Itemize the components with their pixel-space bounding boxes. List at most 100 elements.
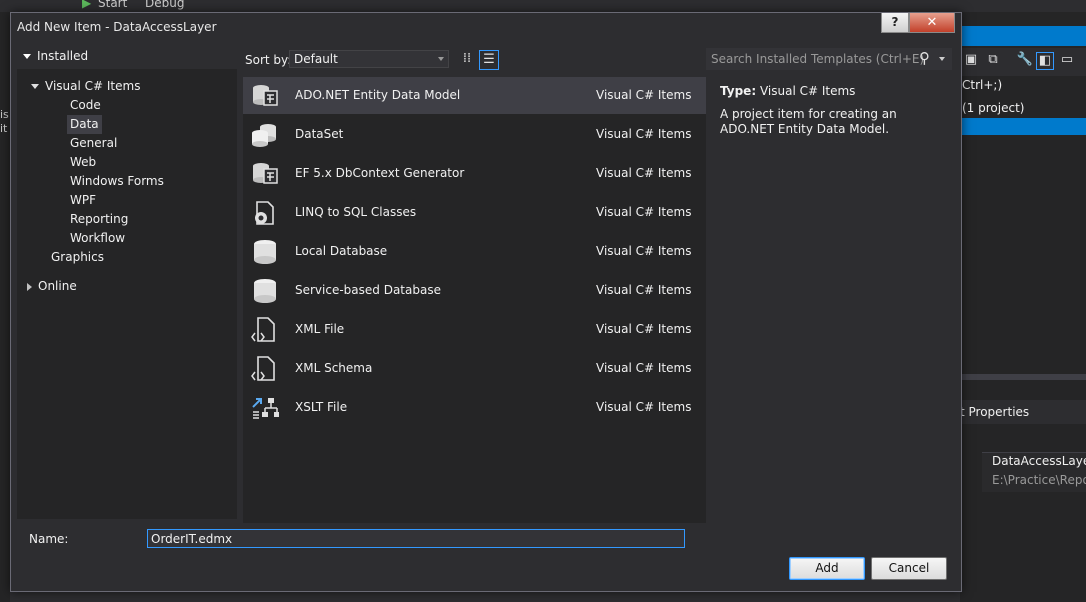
home-icon[interactable]: ▣ <box>962 52 980 70</box>
template-item-name: DataSet <box>295 127 344 141</box>
template-item[interactable]: EF 5.x DbContext Generator Visual C# Item… <box>243 155 706 192</box>
small-icons-view-button[interactable]: ⁞⁞ <box>457 50 477 70</box>
tree-node-wpf[interactable]: WPF <box>70 191 96 210</box>
xml-schema-icon <box>251 356 279 382</box>
description: A project item for creating an ADO.NET E… <box>720 107 897 136</box>
name-label: Name: <box>29 532 69 546</box>
linq-to-sql-icon <box>251 200 279 226</box>
template-item[interactable]: DataSet Visual C# Items <box>243 116 706 153</box>
xml-file-icon <box>251 317 279 343</box>
search-solution-fragment: Ctrl+;) <box>962 78 1003 92</box>
template-item-name: EF 5.x DbContext Generator <box>295 166 465 180</box>
template-item-category: Visual C# Items <box>596 283 692 297</box>
template-list: ADO.NET Entity Data Model Visual C# Items… <box>243 77 706 523</box>
collapse-icon[interactable]: ▭ <box>1058 52 1076 70</box>
add-button[interactable]: Add <box>789 557 865 580</box>
template-item-name: XSLT File <box>295 400 348 414</box>
name-bar: Name: Add Cancel <box>17 525 955 589</box>
property-file-name: DataAccessLayer.c <box>992 454 1086 468</box>
tree-node-visual-csharp[interactable]: Visual C# Items <box>31 77 140 96</box>
database-icon <box>251 239 279 265</box>
tree-node-graphics[interactable]: Graphics <box>51 248 104 267</box>
dialog-titlebar[interactable]: Add New Item - DataAccessLayer ? ✕ <box>11 13 961 41</box>
type-line: Type: Visual C# Items <box>720 84 855 98</box>
template-item-name: XML File <box>295 322 345 336</box>
template-item[interactable]: XSLT File Visual C# Items <box>243 389 706 426</box>
template-item[interactable]: Local Database Visual C# Items <box>243 233 706 270</box>
solution-explorer-titlebar <box>960 26 1086 46</box>
tree-node-installed[interactable]: Installed <box>23 47 88 66</box>
panel-splitter[interactable] <box>960 374 1086 380</box>
name-input[interactable] <box>147 529 685 548</box>
property-path: E:\Practice\Repos <box>992 473 1086 487</box>
template-item-name: Service-based Database <box>295 283 441 297</box>
search-input[interactable]: Search Installed Templates (Ctrl+E) <box>711 52 924 66</box>
dataset-icon <box>251 122 279 148</box>
chevron-down-icon[interactable] <box>939 57 945 61</box>
template-item-name: XML Schema <box>295 361 373 375</box>
sort-dropdown[interactable]: Default <box>289 50 449 68</box>
sort-label: Sort by: <box>245 53 292 67</box>
xslt-file-icon <box>251 395 279 421</box>
template-item[interactable]: LINQ to SQL Classes Visual C# Items <box>243 194 706 231</box>
template-item-category: Visual C# Items <box>596 244 692 258</box>
tree-node-label: Online <box>38 279 77 293</box>
ide-toolbar: ▶ Start Debug <box>0 0 1086 12</box>
database-icon <box>251 278 279 304</box>
template-item-category: Visual C# Items <box>596 88 692 102</box>
template-item-name: Local Database <box>295 244 388 258</box>
template-item-category: Visual C# Items <box>596 127 692 141</box>
template-item[interactable]: ADO.NET Entity Data Model Visual C# Items <box>243 77 706 114</box>
template-item-category: Visual C# Items <box>596 361 692 375</box>
tree-node-data[interactable]: Data <box>67 115 102 134</box>
chevron-down-icon <box>438 57 444 61</box>
tree-node-general[interactable]: General <box>70 134 117 153</box>
type-label: Type: <box>720 84 757 98</box>
expand-arrow-icon[interactable] <box>27 282 32 291</box>
expand-arrow-icon[interactable] <box>31 84 39 89</box>
sort-bar: Sort by: Default ⁞⁞ ☰ <box>243 45 706 73</box>
solution-node[interactable]: (1 project) <box>962 101 1024 115</box>
properties-wrench-icon[interactable]: 🔧 <box>1016 52 1034 70</box>
dialog-title: Add New Item - DataAccessLayer <box>17 20 217 34</box>
template-item[interactable]: XML Schema Visual C# Items <box>243 350 706 387</box>
tree-node-web[interactable]: Web <box>70 153 96 172</box>
template-item-category: Visual C# Items <box>596 322 692 336</box>
list-view-icon: ☰ <box>483 52 495 67</box>
template-item-category: Visual C# Items <box>596 166 692 180</box>
start-button[interactable]: Start <box>98 0 127 10</box>
cancel-button[interactable]: Cancel <box>871 557 947 580</box>
expand-arrow-icon[interactable] <box>23 54 31 59</box>
tree-node-windows-forms[interactable]: Windows Forms <box>70 172 164 191</box>
template-item-category: Visual C# Items <box>596 400 692 414</box>
tree-node-workflow[interactable]: Workflow <box>70 229 125 248</box>
add-new-item-dialog: Add New Item - DataAccessLayer ? ✕ Insta… <box>10 12 962 592</box>
list-view-button[interactable]: ☰ <box>479 50 499 70</box>
selected-project-row[interactable] <box>960 118 1086 135</box>
template-item-category: Visual C# Items <box>596 205 692 219</box>
properties-title: t Properties <box>960 405 1030 419</box>
search-box[interactable]: Search Installed Templates (Ctrl+E) ⚲ <box>706 48 952 70</box>
sort-value: Default <box>294 52 338 66</box>
template-item-name: ADO.NET Entity Data Model <box>295 88 461 102</box>
category-tree: Installed Visual C# Items Code Data Gene… <box>17 43 237 519</box>
tree-node-code[interactable]: Code <box>70 96 101 115</box>
help-button[interactable]: ? <box>881 13 909 33</box>
tree-node-online[interactable]: Online <box>27 277 77 296</box>
left-panel-text: it <box>0 122 8 135</box>
dbcontext-generator-icon <box>251 161 279 187</box>
type-value: Visual C# Items <box>759 84 856 98</box>
template-item[interactable]: XML File Visual C# Items <box>243 311 706 348</box>
close-button[interactable]: ✕ <box>909 13 955 33</box>
template-item[interactable]: Service-based Database Visual C# Items <box>243 272 706 309</box>
preview-icon[interactable]: ◧ <box>1036 52 1054 70</box>
tree-node-reporting[interactable]: Reporting <box>70 210 128 229</box>
template-item-name: LINQ to SQL Classes <box>295 205 417 219</box>
ide-left-panel: is it <box>0 12 10 602</box>
play-icon[interactable]: ▶ <box>82 0 91 10</box>
tree-node-label: Visual C# Items <box>45 79 141 93</box>
configuration-dropdown[interactable]: Debug <box>145 0 184 10</box>
search-icon[interactable]: ⚲ <box>919 49 930 67</box>
entity-model-icon <box>251 83 279 109</box>
pending-changes-icon[interactable]: ⧉ <box>984 52 1002 70</box>
